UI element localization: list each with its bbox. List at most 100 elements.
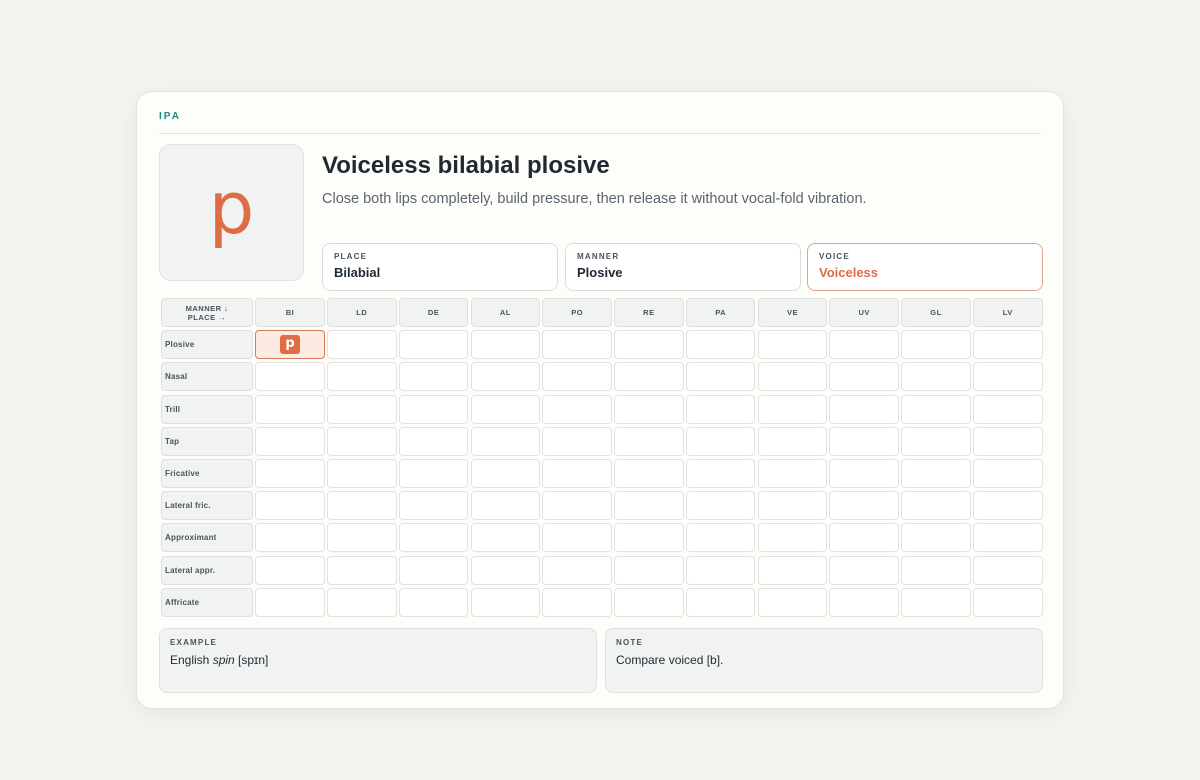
grid-cell[interactable]: [255, 523, 325, 553]
grid-cell[interactable]: [901, 523, 971, 553]
grid-cell[interactable]: [973, 394, 1043, 424]
grid-cell[interactable]: [685, 523, 756, 553]
grid-cell[interactable]: [326, 491, 397, 521]
grid-cell[interactable]: [973, 330, 1043, 360]
grid-cell[interactable]: [901, 555, 971, 585]
grid-cell[interactable]: [757, 330, 828, 360]
grid-cell[interactable]: [398, 330, 469, 360]
grid-cell[interactable]: [757, 491, 828, 521]
grid-cell[interactable]: [973, 491, 1043, 521]
grid-cell[interactable]: [398, 426, 469, 456]
grid-cell[interactable]: [685, 458, 756, 488]
grid-cell[interactable]: [542, 362, 612, 392]
grid-cell[interactable]: [255, 458, 325, 488]
grid-cell[interactable]: [470, 362, 541, 392]
grid-cell[interactable]: [542, 458, 612, 488]
grid-cell[interactable]: [614, 555, 684, 585]
grid-cell[interactable]: [470, 523, 541, 553]
grid-cell[interactable]: [255, 362, 325, 392]
grid-cell[interactable]: [470, 394, 541, 424]
grid-cell[interactable]: [326, 587, 397, 617]
grid-cell-selected[interactable]: p: [255, 330, 325, 360]
grid-cell[interactable]: [326, 458, 397, 488]
grid-cell[interactable]: [542, 330, 612, 360]
grid-cell[interactable]: [326, 394, 397, 424]
grid-cell[interactable]: [542, 394, 612, 424]
grid-cell[interactable]: [685, 362, 756, 392]
grid-cell[interactable]: [685, 426, 756, 456]
grid-cell[interactable]: [757, 523, 828, 553]
grid-cell[interactable]: [614, 362, 684, 392]
grid-cell[interactable]: [829, 523, 900, 553]
grid-cell[interactable]: [685, 587, 756, 617]
grid-cell[interactable]: [326, 523, 397, 553]
grid-cell[interactable]: [685, 555, 756, 585]
grid-cell[interactable]: [470, 587, 541, 617]
grid-cell[interactable]: [614, 458, 684, 488]
grid-cell[interactable]: [255, 491, 325, 521]
grid-cell[interactable]: [757, 458, 828, 488]
grid-cell[interactable]: [973, 523, 1043, 553]
grid-cell[interactable]: [326, 426, 397, 456]
grid-cell[interactable]: [326, 555, 397, 585]
grid-cell[interactable]: [973, 555, 1043, 585]
grid-cell[interactable]: [829, 587, 900, 617]
grid-cell[interactable]: [398, 523, 469, 553]
grid-cell[interactable]: [326, 362, 397, 392]
grid-cell[interactable]: [255, 555, 325, 585]
grid-cell[interactable]: [470, 458, 541, 488]
grid-cell[interactable]: [829, 362, 900, 392]
grid-cell[interactable]: [829, 458, 900, 488]
grid-cell[interactable]: [470, 330, 541, 360]
grid-cell[interactable]: [757, 362, 828, 392]
grid-cell[interactable]: [542, 426, 612, 456]
grid-cell[interactable]: [973, 587, 1043, 617]
grid-cell[interactable]: [255, 426, 325, 456]
grid-cell[interactable]: [398, 394, 469, 424]
grid-cell[interactable]: [398, 362, 469, 392]
grid-corner-header: MANNER ↓ PLACE →: [161, 298, 253, 327]
grid-cell[interactable]: [470, 491, 541, 521]
grid-cell[interactable]: [470, 555, 541, 585]
grid-cell[interactable]: [255, 394, 325, 424]
grid-cell[interactable]: [398, 458, 469, 488]
grid-cell[interactable]: [901, 587, 971, 617]
grid-cell[interactable]: [542, 555, 612, 585]
grid-cell[interactable]: [757, 426, 828, 456]
grid-cell[interactable]: [901, 330, 971, 360]
grid-cell[interactable]: [901, 458, 971, 488]
grid-cell[interactable]: [614, 523, 684, 553]
grid-cell[interactable]: [542, 587, 612, 617]
grid-cell[interactable]: [470, 426, 541, 456]
grid-cell[interactable]: [973, 362, 1043, 392]
grid-cell[interactable]: [829, 426, 900, 456]
grid-cell[interactable]: [829, 394, 900, 424]
grid-cell[interactable]: [757, 587, 828, 617]
grid-cell[interactable]: [901, 491, 971, 521]
grid-cell[interactable]: [326, 330, 397, 360]
grid-cell[interactable]: [398, 587, 469, 617]
grid-cell[interactable]: [614, 491, 684, 521]
grid-cell[interactable]: [901, 362, 971, 392]
grid-cell[interactable]: [542, 523, 612, 553]
grid-cell[interactable]: [542, 491, 612, 521]
grid-cell[interactable]: [614, 426, 684, 456]
grid-cell[interactable]: [829, 555, 900, 585]
grid-cell[interactable]: [685, 330, 756, 360]
grid-cell[interactable]: [685, 394, 756, 424]
grid-cell[interactable]: [255, 587, 325, 617]
grid-cell[interactable]: [901, 426, 971, 456]
grid-cell[interactable]: [829, 330, 900, 360]
grid-cell[interactable]: [614, 587, 684, 617]
grid-cell[interactable]: [398, 555, 469, 585]
grid-cell[interactable]: [973, 458, 1043, 488]
grid-cell[interactable]: [614, 394, 684, 424]
grid-cell[interactable]: [757, 555, 828, 585]
grid-cell[interactable]: [901, 394, 971, 424]
grid-cell[interactable]: [398, 491, 469, 521]
grid-cell[interactable]: [685, 491, 756, 521]
grid-cell[interactable]: [757, 394, 828, 424]
grid-cell[interactable]: [973, 426, 1043, 456]
grid-cell[interactable]: [614, 330, 684, 360]
grid-cell[interactable]: [829, 491, 900, 521]
